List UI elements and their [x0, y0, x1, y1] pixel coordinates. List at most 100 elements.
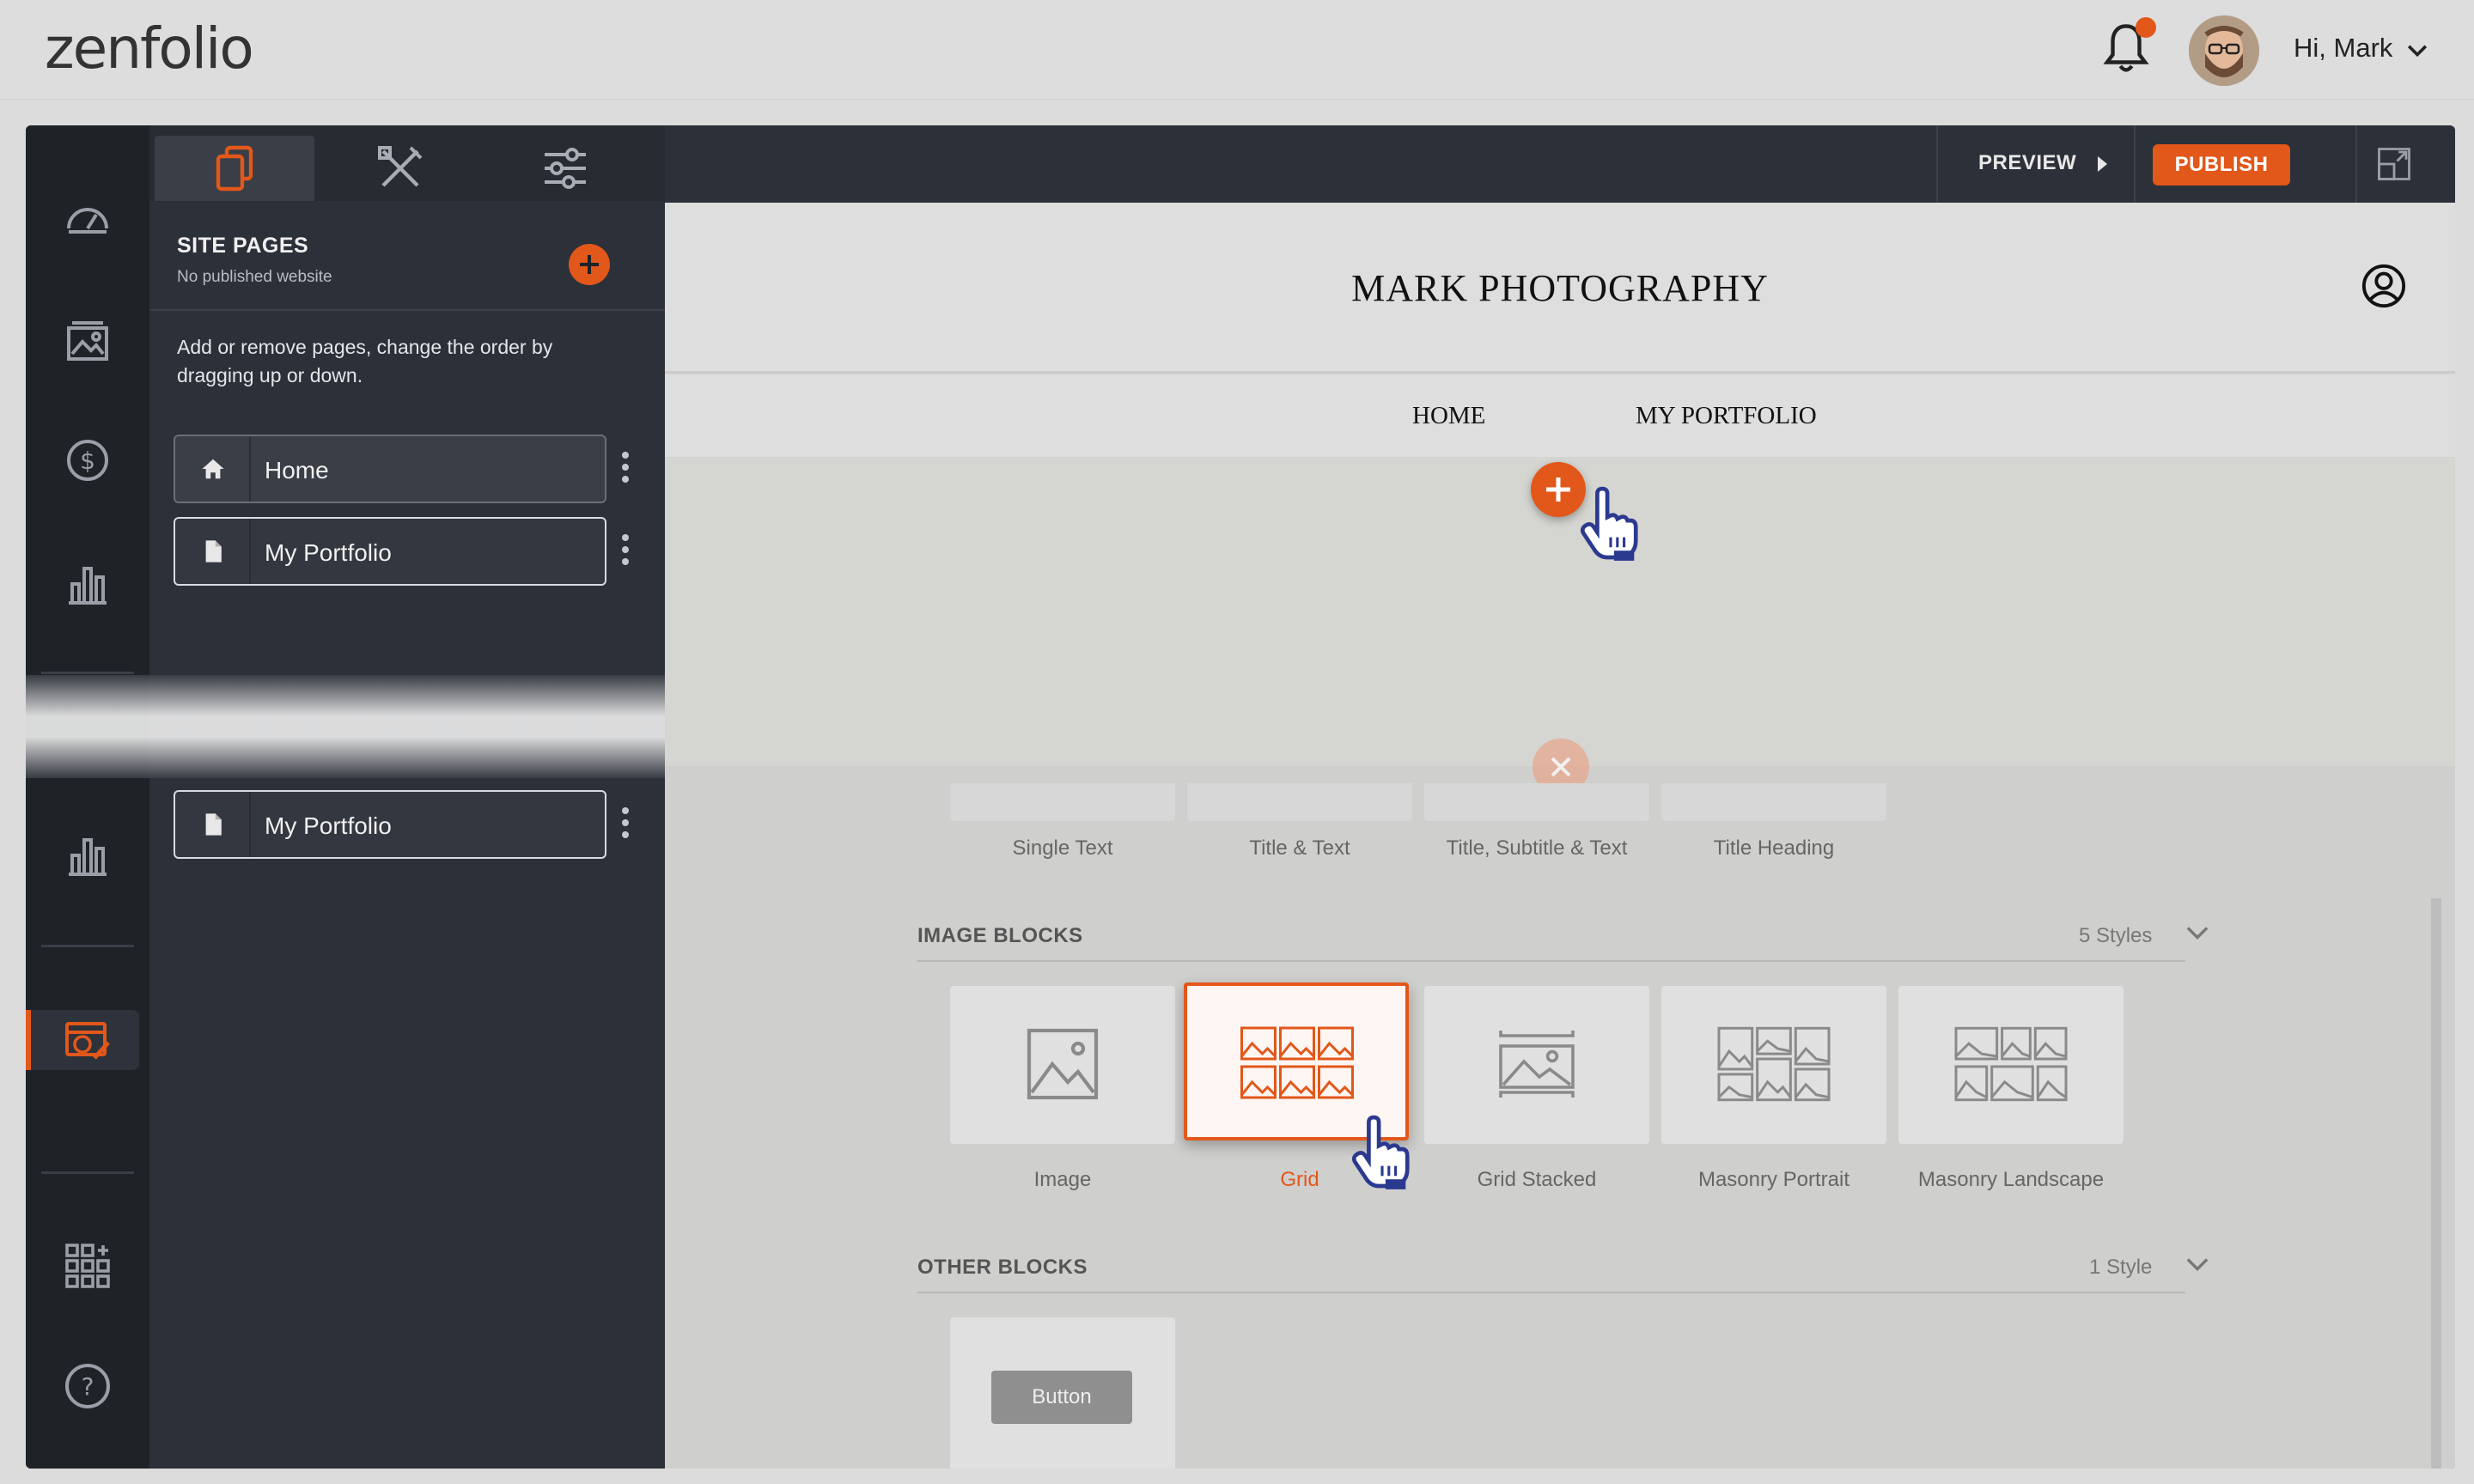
page-item-label: My Portfolio — [265, 539, 392, 566]
tab-design[interactable] — [320, 136, 479, 201]
masonry-landscape-icon — [1954, 1026, 2068, 1102]
block-tile-button[interactable]: Button — [950, 1317, 1175, 1469]
block-tile-masonry-portrait[interactable] — [1661, 986, 1886, 1144]
avatar[interactable] — [2189, 15, 2259, 86]
page-icon-cell — [175, 436, 251, 502]
panel-subtitle: No published website — [177, 268, 332, 286]
svg-text:$: $ — [80, 447, 95, 475]
block-label: Title Heading — [1713, 836, 1835, 860]
panel-description: Add or remove pages, change the order by… — [177, 336, 553, 386]
drag-ghost-overlay — [26, 675, 665, 778]
dashboard-icon[interactable] — [64, 194, 112, 242]
gallery-icon[interactable] — [64, 316, 112, 364]
editor-toolbar: PREVIEW PUBLISH — [665, 125, 2455, 203]
section-count: 5 Styles — [2079, 924, 2153, 947]
apps-grid-icon[interactable] — [64, 1242, 112, 1290]
page-options-icon[interactable] — [620, 807, 631, 842]
page-options-icon[interactable] — [620, 452, 631, 486]
publish-button[interactable]: PUBLISH — [2153, 144, 2290, 186]
block-label: Single Text — [1012, 836, 1113, 860]
section-divider — [917, 1292, 2185, 1293]
dollar-icon[interactable]: $ — [64, 436, 112, 484]
user-account-icon[interactable] — [2361, 263, 2407, 309]
expand-icon[interactable] — [2376, 146, 2412, 182]
site-canvas: MARK PHOTOGRAPHY HOME MY PORTFOLIO Singl… — [665, 203, 2455, 1469]
block-label: Grid Stacked — [1477, 1168, 1597, 1191]
block-label: Image — [1033, 1168, 1092, 1191]
tab-pages[interactable] — [155, 136, 314, 201]
page-item-label: My Portfolio — [265, 812, 392, 839]
block-label: Masonry Portrait — [1697, 1168, 1850, 1191]
block-tile-image[interactable] — [950, 986, 1175, 1144]
page-icon — [205, 813, 222, 836]
page-icon — [205, 540, 222, 563]
design-tools-icon — [378, 146, 423, 187]
svg-text:?: ? — [82, 1372, 94, 1401]
pages-icon — [216, 145, 253, 192]
bar-chart-icon[interactable] — [64, 831, 112, 879]
hand-cursor-icon — [1351, 1115, 1410, 1189]
chevron-down-icon[interactable] — [2185, 924, 2209, 941]
page-icon-cell — [175, 519, 251, 584]
rail-divider — [41, 945, 134, 947]
nav-item-home[interactable]: HOME — [1412, 402, 1485, 430]
block-tile-single-text[interactable] — [950, 783, 1175, 821]
site-pages-panel: SITE PAGES No published website Add or r… — [149, 125, 665, 1469]
plus-icon — [580, 255, 599, 274]
page-icon-cell — [175, 792, 251, 857]
masonry-portrait-icon — [1717, 1026, 1831, 1102]
block-tile-grid-stacked[interactable] — [1424, 986, 1649, 1144]
bar-chart-icon[interactable] — [64, 560, 112, 608]
notification-badge — [2136, 17, 2156, 38]
editor-frame: $ ? SITE PAGES No published website Add … — [26, 125, 2455, 1469]
section-count: 1 Style — [2089, 1256, 2153, 1279]
sliders-icon — [545, 148, 586, 189]
rail-divider — [41, 672, 134, 674]
grid-images-icon — [1240, 1026, 1354, 1099]
site-title[interactable]: MARK PHOTOGRAPHY — [665, 266, 2455, 310]
page-options-icon[interactable] — [620, 534, 631, 569]
block-tile-title-text[interactable] — [1187, 783, 1412, 821]
block-tile-title-subtitle-text[interactable] — [1424, 783, 1649, 821]
top-bar: zenfolio Hi, Mark — [0, 0, 2474, 100]
zenfolio-logo[interactable]: zenfolio — [45, 15, 254, 82]
block-tile-title-heading[interactable] — [1661, 783, 1886, 821]
block-picker-scrollbar[interactable] — [2431, 898, 2441, 1469]
grid-stacked-icon — [1499, 1031, 1575, 1098]
block-tile-masonry-landscape[interactable] — [1898, 986, 2124, 1144]
toolbar-divider — [2355, 125, 2357, 203]
page-item-my-portfolio[interactable]: My Portfolio — [174, 517, 606, 586]
website-editor-icon[interactable] — [64, 1017, 112, 1065]
add-page-button[interactable] — [569, 244, 610, 285]
user-greeting[interactable]: Hi, Mark — [2294, 33, 2392, 64]
chevron-down-icon[interactable] — [2405, 38, 2429, 62]
panel-header: SITE PAGES No published website — [149, 201, 665, 311]
home-icon — [202, 459, 224, 479]
page-item-home[interactable]: Home — [174, 435, 606, 503]
section-divider — [917, 960, 2185, 962]
help-icon[interactable]: ? — [64, 1362, 112, 1410]
rail-divider — [41, 1171, 134, 1174]
panel-title: SITE PAGES — [177, 234, 309, 258]
page-item-label: Home — [265, 457, 329, 484]
toolbar-divider — [1936, 125, 1938, 203]
site-nav: HOME MY PORTFOLIO — [665, 374, 2455, 457]
nav-item-my-portfolio[interactable]: MY PORTFOLIO — [1636, 402, 1817, 430]
tab-settings[interactable] — [484, 136, 644, 201]
button-preview: Button — [991, 1371, 1132, 1424]
panel-tabs — [149, 125, 665, 201]
section-title-other-blocks: OTHER BLOCKS — [917, 1256, 1088, 1279]
block-label: Title, Subtitle & Text — [1446, 836, 1628, 860]
block-label: Title & Text — [1249, 836, 1350, 860]
left-rail: $ ? — [26, 125, 149, 1469]
section-title-image-blocks: IMAGE BLOCKS — [917, 924, 1083, 947]
block-label: Masonry Landscape — [1917, 1168, 2105, 1191]
image-icon — [1027, 1028, 1099, 1100]
play-icon — [2098, 156, 2107, 172]
chevron-down-icon[interactable] — [2185, 1256, 2209, 1273]
preview-button[interactable]: PREVIEW — [1978, 151, 2076, 175]
hand-cursor-icon — [1580, 486, 1638, 561]
toolbar-divider — [2134, 125, 2136, 203]
page-item-my-portfolio-duplicate[interactable]: My Portfolio — [174, 790, 606, 859]
site-header: MARK PHOTOGRAPHY — [665, 203, 2455, 373]
